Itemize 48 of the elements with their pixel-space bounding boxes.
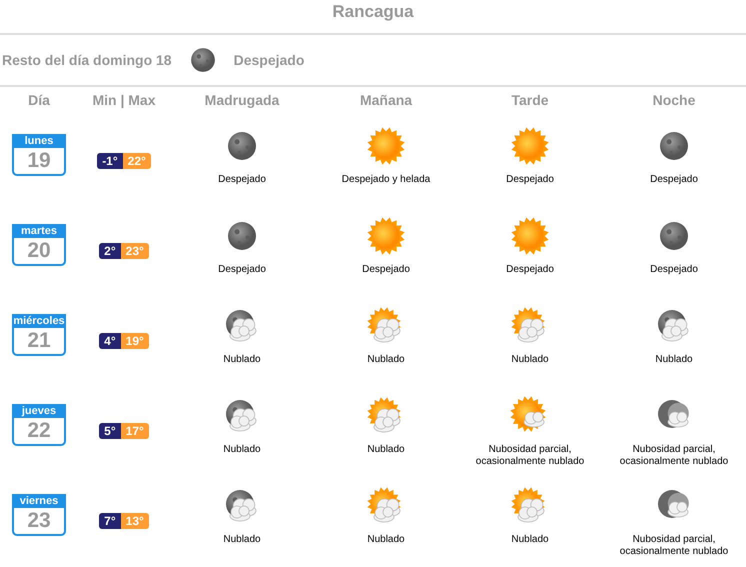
- column-header: Mañana: [358, 91, 414, 110]
- condition-text: Nublado: [367, 444, 405, 456]
- condition-text: Despejado: [650, 264, 698, 276]
- column-header: Tarde: [510, 91, 550, 110]
- sun-icon: [510, 126, 550, 166]
- city-title: Rancagua: [0, 0, 746, 35]
- sun-icon: [366, 126, 406, 166]
- min-temperature: 7°: [99, 513, 121, 529]
- condition-text: Despejado y helada: [342, 174, 430, 186]
- sun-icon: [510, 216, 550, 256]
- max-temperature: 22°: [122, 153, 151, 169]
- condition-text: Nubosidad parcial, ocasionalmente nublado: [476, 444, 584, 468]
- condition-text: Despejado: [218, 264, 266, 276]
- today-label: Resto del día domingo 18: [2, 52, 172, 68]
- condition-text: Despejado: [506, 174, 554, 186]
- condition-text: Nublado: [367, 534, 405, 546]
- condition-text: Nublado: [223, 444, 261, 456]
- column-header: Día: [27, 91, 51, 110]
- calendar-date: viernes 23: [12, 494, 66, 536]
- max-temperature: 17°: [120, 423, 149, 439]
- condition-text: Nublado: [223, 534, 261, 546]
- condition-text: Despejado: [362, 264, 410, 276]
- condition-text: Nublado: [223, 354, 261, 366]
- max-temperature: 23°: [120, 243, 149, 259]
- condition-text: Nubosidad parcial, ocasionalmente nublado: [620, 444, 728, 468]
- min-temperature: 2°: [99, 243, 121, 259]
- column-header: Noche: [652, 91, 696, 110]
- max-temperature: 19°: [120, 333, 149, 349]
- column-header: Min | Max: [91, 91, 157, 110]
- condition-text: Despejado: [506, 264, 554, 276]
- condition-text: Nublado: [511, 354, 549, 366]
- sun-icon: [366, 216, 406, 256]
- max-temperature: 13°: [120, 513, 149, 529]
- condition-text: Nublado: [367, 354, 405, 366]
- condition-text: Despejado: [650, 174, 698, 186]
- calendar-date: lunes 19: [12, 134, 66, 176]
- min-temperature: -1°: [97, 153, 123, 169]
- condition-text: Despejado: [218, 174, 266, 186]
- min-temperature: 4°: [99, 333, 121, 349]
- today-condition: Despejado: [234, 52, 304, 68]
- column-header: Madrugada: [204, 91, 280, 110]
- calendar-date: martes 20: [12, 224, 66, 266]
- condition-text: Nubosidad parcial, ocasionalmente nublado: [620, 534, 728, 558]
- calendar-date: miércoles 21: [12, 314, 66, 356]
- condition-text: Nublado: [655, 354, 693, 366]
- min-temperature: 5°: [99, 423, 121, 439]
- calendar-date: jueves 22: [12, 404, 66, 446]
- condition-text: Nublado: [511, 534, 549, 546]
